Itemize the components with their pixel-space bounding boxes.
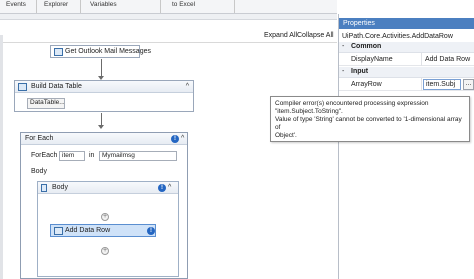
body-sequence-header: Body ! ^: [38, 182, 178, 194]
add-activity-plus-icon[interactable]: +: [101, 213, 109, 221]
category-input[interactable]: - Input: [339, 67, 474, 78]
property-name: DisplayName: [351, 56, 393, 63]
get-outlook-mail-activity[interactable]: Get Outlook Mail Messages: [50, 45, 151, 58]
body-sequence-title: Body: [52, 184, 68, 191]
for-each-title: For Each: [25, 135, 54, 142]
collapse-all-link[interactable]: Collapse All: [297, 32, 334, 39]
ribbon-explorer[interactable]: Explorer: [44, 1, 68, 8]
tooltip-line: Compiler error(s) encountered processing…: [275, 100, 429, 107]
property-divider: [421, 53, 422, 66]
add-data-row-activity[interactable]: Add Data Row !: [50, 224, 156, 237]
build-data-table-title: Build Data Table: [31, 83, 82, 90]
canvas-divider: [0, 42, 337, 43]
error-icon[interactable]: !: [171, 135, 179, 143]
body-sequence[interactable]: Body ! ^ + Add Data Row ! +: [37, 181, 179, 277]
tooltip-line: Object'.: [275, 132, 297, 139]
for-each-activity[interactable]: For Each ! ^ ForEach item in Mymailmsg B…: [20, 132, 188, 279]
add-row-icon: [54, 227, 63, 235]
error-icon[interactable]: !: [147, 227, 155, 235]
error-tooltip: Compiler error(s) encountered processing…: [270, 96, 470, 142]
for-each-header: For Each ! ^: [21, 133, 187, 145]
category-common[interactable]: - Common: [339, 42, 474, 53]
collapse-icon[interactable]: ^: [181, 135, 184, 143]
collapse-toggle-icon[interactable]: -: [342, 68, 344, 75]
build-data-table-header: Build Data Table ^: [15, 81, 193, 93]
add-data-row-title: Add Data Row: [65, 227, 111, 234]
build-data-table-activity[interactable]: Build Data Table ^ DataTable...: [14, 80, 194, 112]
ribbon-variables[interactable]: Variables: [90, 1, 117, 8]
datatable-button[interactable]: DataTable...: [27, 98, 65, 109]
ribbon: Events Explorer Variables to Excel: [0, 0, 337, 14]
designer-canvas[interactable]: Expand All Collapse All Get Outlook Mail…: [0, 21, 337, 279]
ribbon-band: [0, 14, 337, 20]
ribbon-separator: [234, 0, 235, 13]
connector-line: [101, 59, 102, 77]
collapse-icon[interactable]: ^: [168, 184, 171, 192]
property-divider: [421, 78, 422, 91]
property-row-displayname[interactable]: DisplayName Add Data Row: [339, 53, 474, 66]
connector-arrow-icon: [98, 125, 104, 129]
add-activity-plus-icon[interactable]: +: [101, 247, 109, 255]
ribbon-to-excel[interactable]: to Excel: [172, 1, 195, 8]
ribbon-events[interactable]: Events: [6, 1, 26, 8]
foreach-label: ForEach: [31, 152, 58, 159]
property-row-arrayrow[interactable]: ArrayRow item.Subj ...: [339, 78, 474, 91]
properties-title: Properties: [339, 18, 474, 29]
get-outlook-mail-title: Get Outlook Mail Messages: [65, 48, 151, 55]
collapse-toggle-icon[interactable]: -: [342, 43, 344, 50]
ribbon-separator: [160, 0, 161, 13]
collapse-icon[interactable]: ^: [186, 83, 189, 91]
ribbon-separator: [80, 0, 81, 13]
tooltip-line: "item.Subject.ToString".: [275, 108, 343, 115]
tooltip-line: Value of type 'String' cannot be convert…: [275, 116, 462, 131]
foreach-item-input[interactable]: item: [59, 151, 85, 161]
sequence-icon: [41, 184, 47, 192]
ellipsis-button[interactable]: ...: [463, 79, 474, 90]
mail-icon: [54, 48, 63, 56]
canvas-left-edge: [0, 35, 3, 279]
in-label: in: [89, 152, 95, 159]
category-label: Common: [351, 43, 382, 50]
error-icon[interactable]: !: [158, 184, 166, 192]
properties-panel: Properties UiPath.Core.Activities.AddDat…: [338, 14, 474, 279]
properties-type-name: UiPath.Core.Activities.AddDataRow: [342, 33, 453, 40]
table-icon: [18, 83, 27, 91]
arrayrow-value-input[interactable]: item.Subj: [423, 79, 461, 90]
expand-all-link[interactable]: Expand All: [264, 32, 297, 39]
category-label: Input: [351, 68, 369, 75]
body-label: Body: [31, 168, 47, 175]
property-name: ArrayRow: [351, 81, 382, 88]
foreach-collection-input[interactable]: Mymailmsg: [99, 151, 177, 161]
ribbon-separator: [36, 0, 37, 13]
property-value[interactable]: Add Data Row: [425, 56, 470, 63]
